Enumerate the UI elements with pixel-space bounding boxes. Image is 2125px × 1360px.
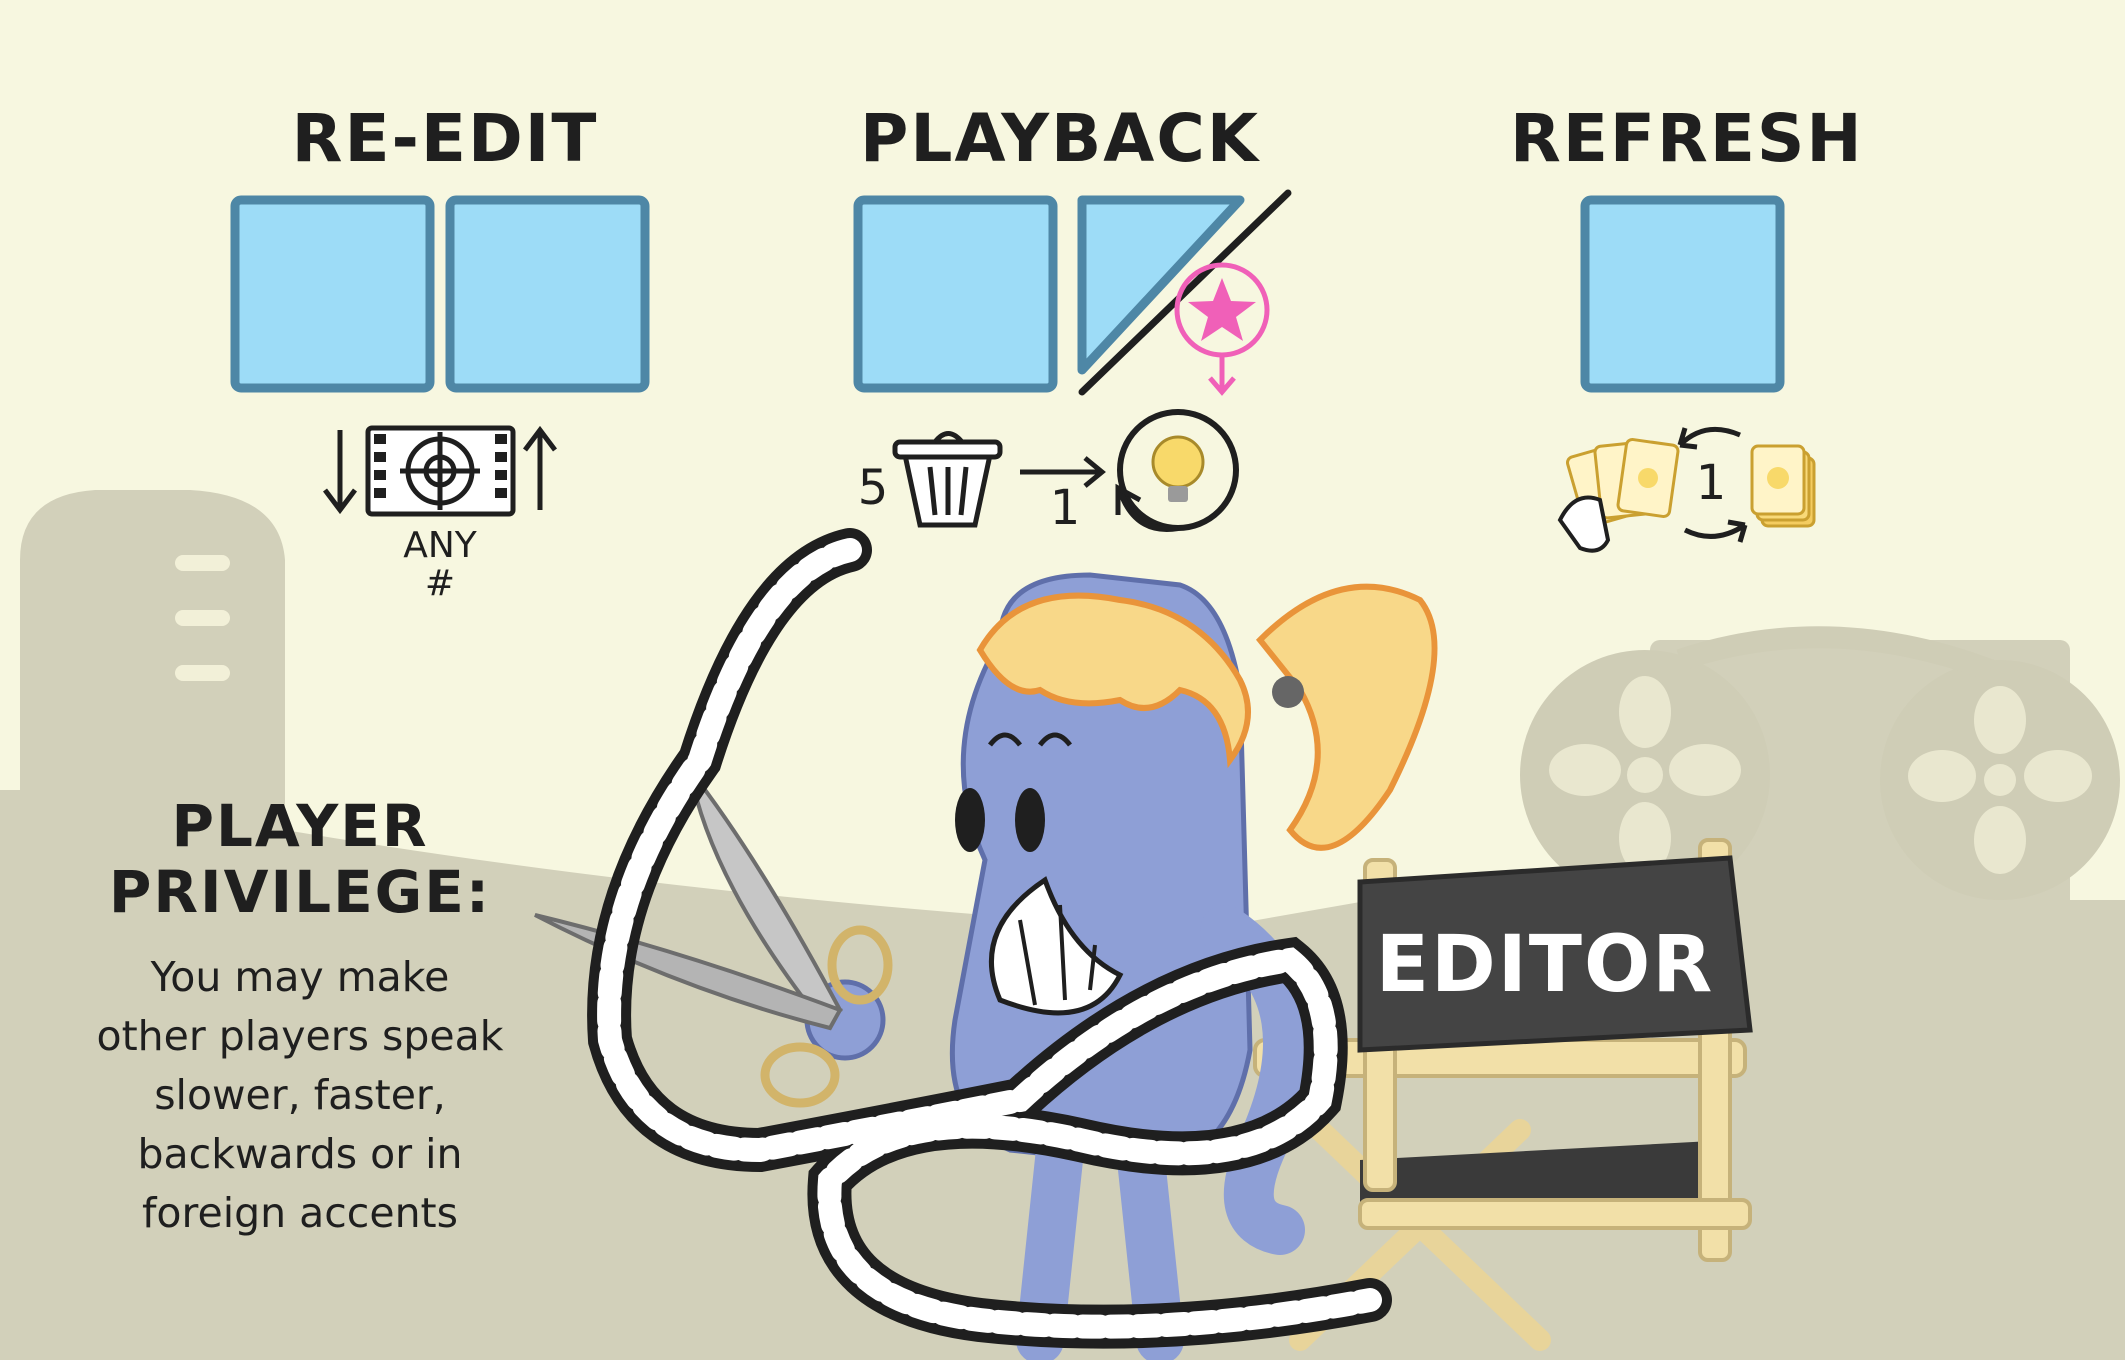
re-edit-any-label: ANY <box>403 525 477 566</box>
re-edit-title: RE-EDIT <box>291 100 599 177</box>
chair-label: EDITOR <box>1375 920 1715 1010</box>
playback-draw-count: 1 <box>1049 480 1081 536</box>
privilege-text-line2: other players speak <box>96 1012 504 1060</box>
privilege-text-line3: slower, faster, <box>154 1071 446 1119</box>
refresh-title: REFRESH <box>1510 100 1864 177</box>
playback-discard-count: 5 <box>857 460 889 516</box>
re-edit-count-label: # <box>424 563 456 604</box>
privilege-text-line4: backwards or in <box>137 1130 463 1178</box>
privilege-text-line1: You may make <box>150 953 450 1001</box>
privilege-heading-line2: PRIVILEGE: <box>108 858 492 926</box>
refresh-cycle-count: 1 <box>1695 455 1727 511</box>
playback-title: PLAYBACK <box>860 100 1260 177</box>
card-hand-icon <box>1557 438 1680 553</box>
privilege-heading-line1: PLAYER <box>171 792 429 860</box>
lightbulb-icon <box>1115 409 1239 532</box>
refresh-slot <box>1580 195 1785 393</box>
card-deck-icon <box>1750 444 1816 528</box>
game-card: RE-EDIT PLAYBACK REFRESH ANY # 5 1 1 PLA… <box>0 0 2125 1360</box>
re-edit-slots <box>230 195 650 393</box>
trash-can-icon <box>892 431 1003 528</box>
privilege-text-line5: foreign accents <box>142 1189 458 1237</box>
film-frame-icon <box>323 425 557 517</box>
